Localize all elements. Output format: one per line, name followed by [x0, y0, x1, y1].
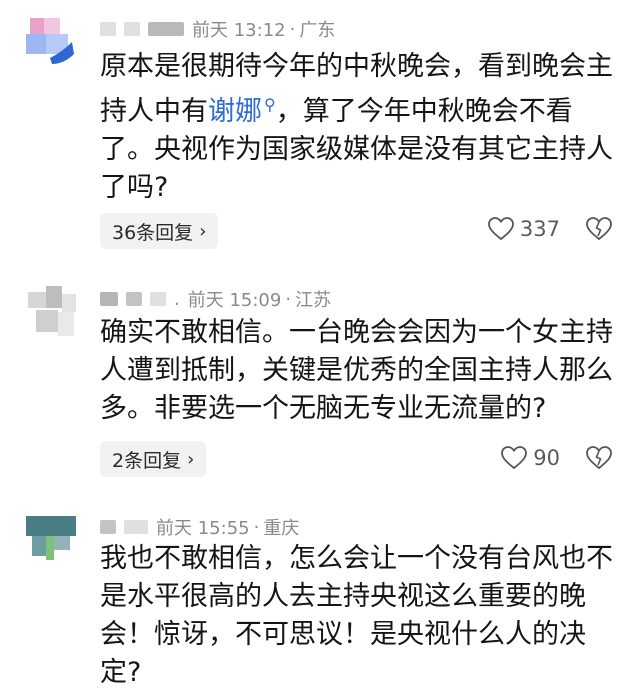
avatar-image [22, 510, 82, 570]
mention-link[interactable]: 谢娜 [208, 96, 262, 127]
dislike-button[interactable] [586, 217, 612, 245]
comment-text: 原本是很期待今年的中秋晚会，看到晚会主持人中有谢娜 ⚲，算了今年中秋晚会不看了。央… [100, 51, 613, 203]
like-button[interactable]: 337 [488, 217, 560, 241]
comment-location: 江苏 [295, 290, 332, 311]
redacted-username [100, 292, 118, 306]
redacted-username [100, 520, 116, 534]
comment-meta: 前天 15:55 · 重庆 [100, 514, 299, 540]
dislike-button[interactable] [586, 446, 612, 474]
search-icon: ⚲ [264, 95, 276, 114]
broken-heart-icon [586, 217, 612, 241]
comment-item: 前天 15:55 · 重庆 我也不敢相信，怎么会让一个没有台风也不是水平很高的人… [0, 498, 640, 688]
redacted-username [124, 520, 148, 534]
avatar-image [22, 282, 82, 342]
redacted-username [100, 22, 116, 36]
like-count: 337 [519, 217, 560, 241]
avatar[interactable] [22, 12, 82, 72]
comment-item: 前天 13:12 · 广东 原本是很期待今年的中秋晚会，看到晚会主持人中有谢娜 ⚲… [0, 0, 640, 260]
comment-time: 前天 13:12 [192, 20, 286, 41]
avatar[interactable] [22, 510, 82, 570]
chevron-right-icon: › [199, 220, 207, 242]
like-button[interactable]: 90 [501, 446, 560, 470]
avatar[interactable] [22, 282, 82, 342]
like-count: 90 [533, 446, 560, 470]
redacted-username [126, 292, 142, 306]
redacted-username [148, 22, 184, 36]
comment-item: . 前天 15:09 · 江苏 确实不敢相信。一台晚会会因为一个女主持人遭到抵制… [0, 270, 640, 490]
chevron-right-icon: › [187, 448, 195, 470]
redacted-username [124, 22, 140, 36]
comment-location: 重庆 [263, 518, 300, 539]
view-replies-button[interactable]: 2条回复 › [100, 441, 207, 477]
comment-meta: . 前天 15:09 · 江苏 [100, 286, 331, 312]
comment-meta: 前天 13:12 · 广东 [100, 16, 335, 42]
comment-text: 我也不敢相信，怎么会让一个没有台风也不是水平很高的人去主持央视这么重要的晚会！惊… [100, 543, 613, 688]
avatar-image [22, 12, 82, 72]
comment-text: 确实不敢相信。一台晚会会因为一个女主持人遭到抵制，关键是优秀的全国主持人那么多。… [100, 317, 613, 424]
broken-heart-icon [586, 446, 612, 470]
heart-outline-icon [501, 446, 528, 470]
comment-time: 前天 15:09 [187, 290, 282, 311]
heart-outline-icon [488, 217, 514, 241]
comment-time: 前天 15:55 [156, 518, 250, 539]
view-replies-button[interactable]: 36条回复 › [100, 213, 219, 249]
comment-location: 广东 [299, 20, 336, 41]
redacted-username [150, 292, 166, 306]
